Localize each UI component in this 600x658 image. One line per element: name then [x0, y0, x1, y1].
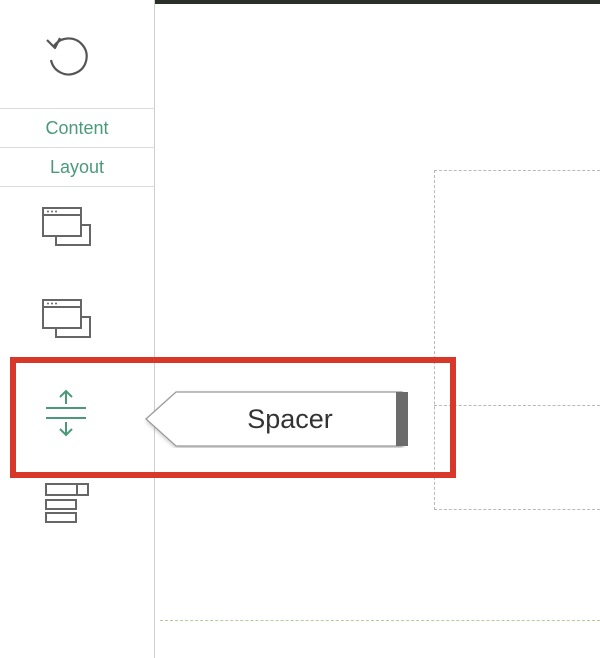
tab-content-label: Content — [45, 118, 109, 138]
tab-content[interactable]: Content — [0, 108, 154, 147]
list-layout-icon[interactable] — [44, 482, 92, 526]
tab-layout-label: Layout — [49, 157, 105, 177]
placeholder-region — [434, 170, 600, 510]
window-stack-icon[interactable] — [40, 297, 94, 341]
tab-layout[interactable]: Layout — [0, 147, 154, 187]
highlight-box — [10, 357, 456, 478]
undo-icon[interactable] — [44, 32, 90, 78]
window-stack-icon[interactable] — [40, 205, 94, 249]
region-divider — [434, 405, 600, 406]
left-sidebar: Content Layout — [0, 0, 155, 658]
canvas-guide-line — [160, 620, 600, 621]
